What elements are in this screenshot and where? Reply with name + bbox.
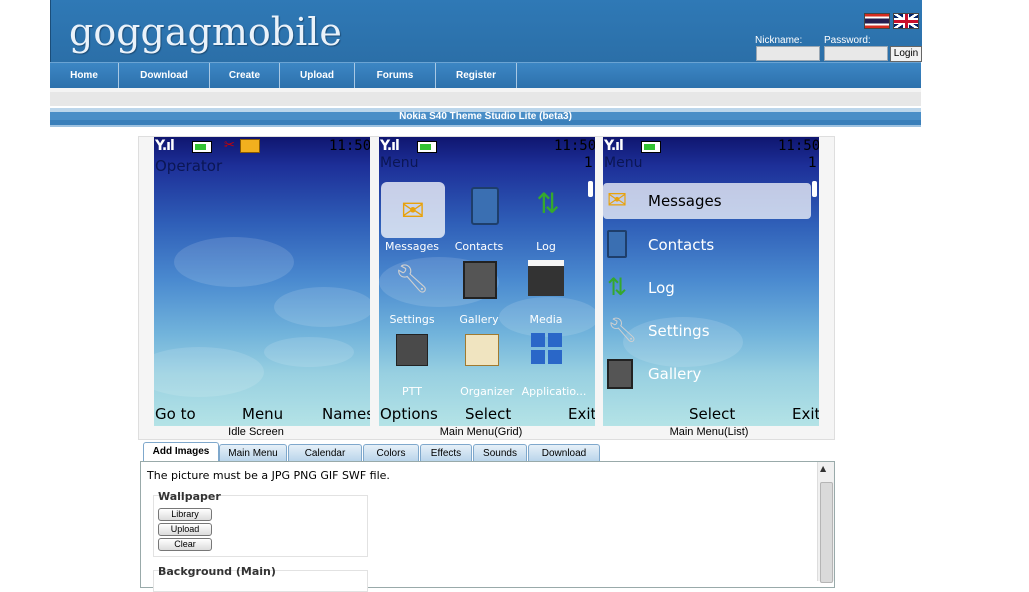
softkey-left: Options [380,405,438,423]
operator-name: Operator [155,157,223,175]
list-item-label: Settings [648,322,710,340]
grid-label-contacts: Contacts [454,240,504,253]
grid-label-gallery: Gallery [459,313,499,326]
tab-download[interactable]: Download [528,444,600,462]
envelope-icon: ✉ [381,182,445,238]
list-item-label: Messages [648,192,722,210]
list-item: ⇅ Log [603,270,811,306]
main-menu-grid-caption: Main Menu(Grid) [439,426,523,438]
page-number: 1 [584,155,593,171]
status-time: 11:50 [329,138,370,154]
nav-upload[interactable]: Upload [280,63,355,88]
nav-home[interactable]: Home [50,63,119,88]
log-icon: ⇅ [607,273,628,301]
wallpaper-upload-button[interactable]: Upload [158,523,212,536]
missed-call-icon: ✂ [224,138,235,153]
idle-screen-caption: Idle Screen [228,426,284,438]
wallpaper-clear-button[interactable]: Clear [158,538,212,551]
sub-nav-bar [50,92,921,106]
contacts-icon [607,230,627,258]
nav-register[interactable]: Register [436,63,517,88]
menu-header: Menu [380,155,419,171]
log-icon: ⇅ [536,186,560,220]
password-input[interactable] [824,46,888,61]
scroll-indicator [588,181,593,197]
list-item-label: Contacts [648,236,715,254]
softkey-right: Exit [568,405,595,423]
softkey-middle: Select [689,405,736,423]
tab-calendar[interactable]: Calendar [288,444,362,462]
tab-colors[interactable]: Colors [363,444,419,462]
nav-create[interactable]: Create [210,63,280,88]
page-number: 1 [808,155,817,171]
battery-icon [192,141,212,153]
grid-label-log: Log [536,240,556,253]
softkey-left: Go to [155,405,196,423]
signal-icon: Y.ıl [380,138,400,154]
list-item-label: Gallery [648,365,702,383]
site-logo[interactable]: goggagmobile [69,10,342,54]
wrench-icon: 🔧︎ [394,261,430,295]
scroll-indicator [812,181,817,197]
tab-add-images[interactable]: Add Images [143,442,219,463]
grid-label-media: Media [529,313,563,326]
softkey-middle: Menu [242,405,284,423]
wallpaper-library-button[interactable]: Library [158,508,212,521]
login-button[interactable]: Login [890,46,922,62]
idle-screen-preview: Y.ıl ✂ 11:50 Operator Go to Menu Names [154,137,370,426]
password-label: Password: [824,35,871,46]
signal-icon: Y.ıl [155,138,175,154]
signal-icon: Y.ıl [604,138,624,154]
status-time: 11:50 [778,138,819,154]
list-item: 🔧︎ Settings [603,313,811,349]
grid-label-ptt: PTT [402,385,422,398]
nav-download[interactable]: Download [119,63,210,88]
status-time: 11:50 [554,138,595,154]
main-menu-grid-preview: Y.ıl 11:50 Menu 1 ✉ ⇅ Messages Contacts … [379,137,595,426]
softkey-right: Exit [792,405,819,423]
battery-icon [417,141,437,153]
nickname-input[interactable] [756,46,820,61]
main-menu-list-preview: Y.ıl 11:50 Menu 1 ✉ Messages Contacts ⇅ … [603,137,819,426]
list-item: Contacts [603,227,811,263]
contacts-icon [464,185,506,227]
walkie-talkie-icon [391,329,433,371]
wallpaper-legend: Wallpaper [158,490,221,503]
tab-sounds[interactable]: Sounds [473,444,527,462]
gallery-icon [459,259,501,301]
list-item: Gallery [603,356,811,392]
main-menu-list-caption: Main Menu(List) [669,426,749,438]
list-item-label: Log [648,279,675,297]
menu-header: Menu [604,155,643,171]
nickname-label: Nickname: [755,35,803,46]
scroll-up-arrow-icon[interactable]: ▲ [820,464,826,473]
applications-icon [525,327,567,369]
grid-label-settings: Settings [389,313,435,326]
scroll-thumb[interactable] [820,482,833,583]
uk-flag-icon[interactable] [893,13,919,29]
message-icon [240,139,260,153]
site-header: goggagmobile Nickname: Password: Login [50,0,922,62]
softkey-middle: Select [465,405,512,423]
page-title: Nokia S40 Theme Studio Lite (beta3) [50,108,921,127]
wrench-icon: 🔧︎ [607,316,638,344]
thai-flag-icon[interactable] [864,13,890,29]
main-nav: Home Download Create Upload Forums Regis… [50,62,921,88]
grid-label-messages: Messages [385,240,439,253]
tab-main-menu[interactable]: Main Menu [219,444,287,462]
file-type-note: The picture must be a JPG PNG GIF SWF fi… [147,469,390,482]
grid-label-applications: Applicatio... [521,385,587,398]
media-icon [525,257,567,299]
list-item: ✉ Messages [603,183,811,219]
softkey-right: Names [322,405,370,423]
gallery-icon [607,359,633,389]
organizer-icon [461,329,503,371]
envelope-icon: ✉ [607,186,628,214]
tab-effects[interactable]: Effects [420,444,472,462]
battery-icon [641,141,661,153]
background-main-legend: Background (Main) [158,565,276,578]
nav-forums[interactable]: Forums [355,63,436,88]
